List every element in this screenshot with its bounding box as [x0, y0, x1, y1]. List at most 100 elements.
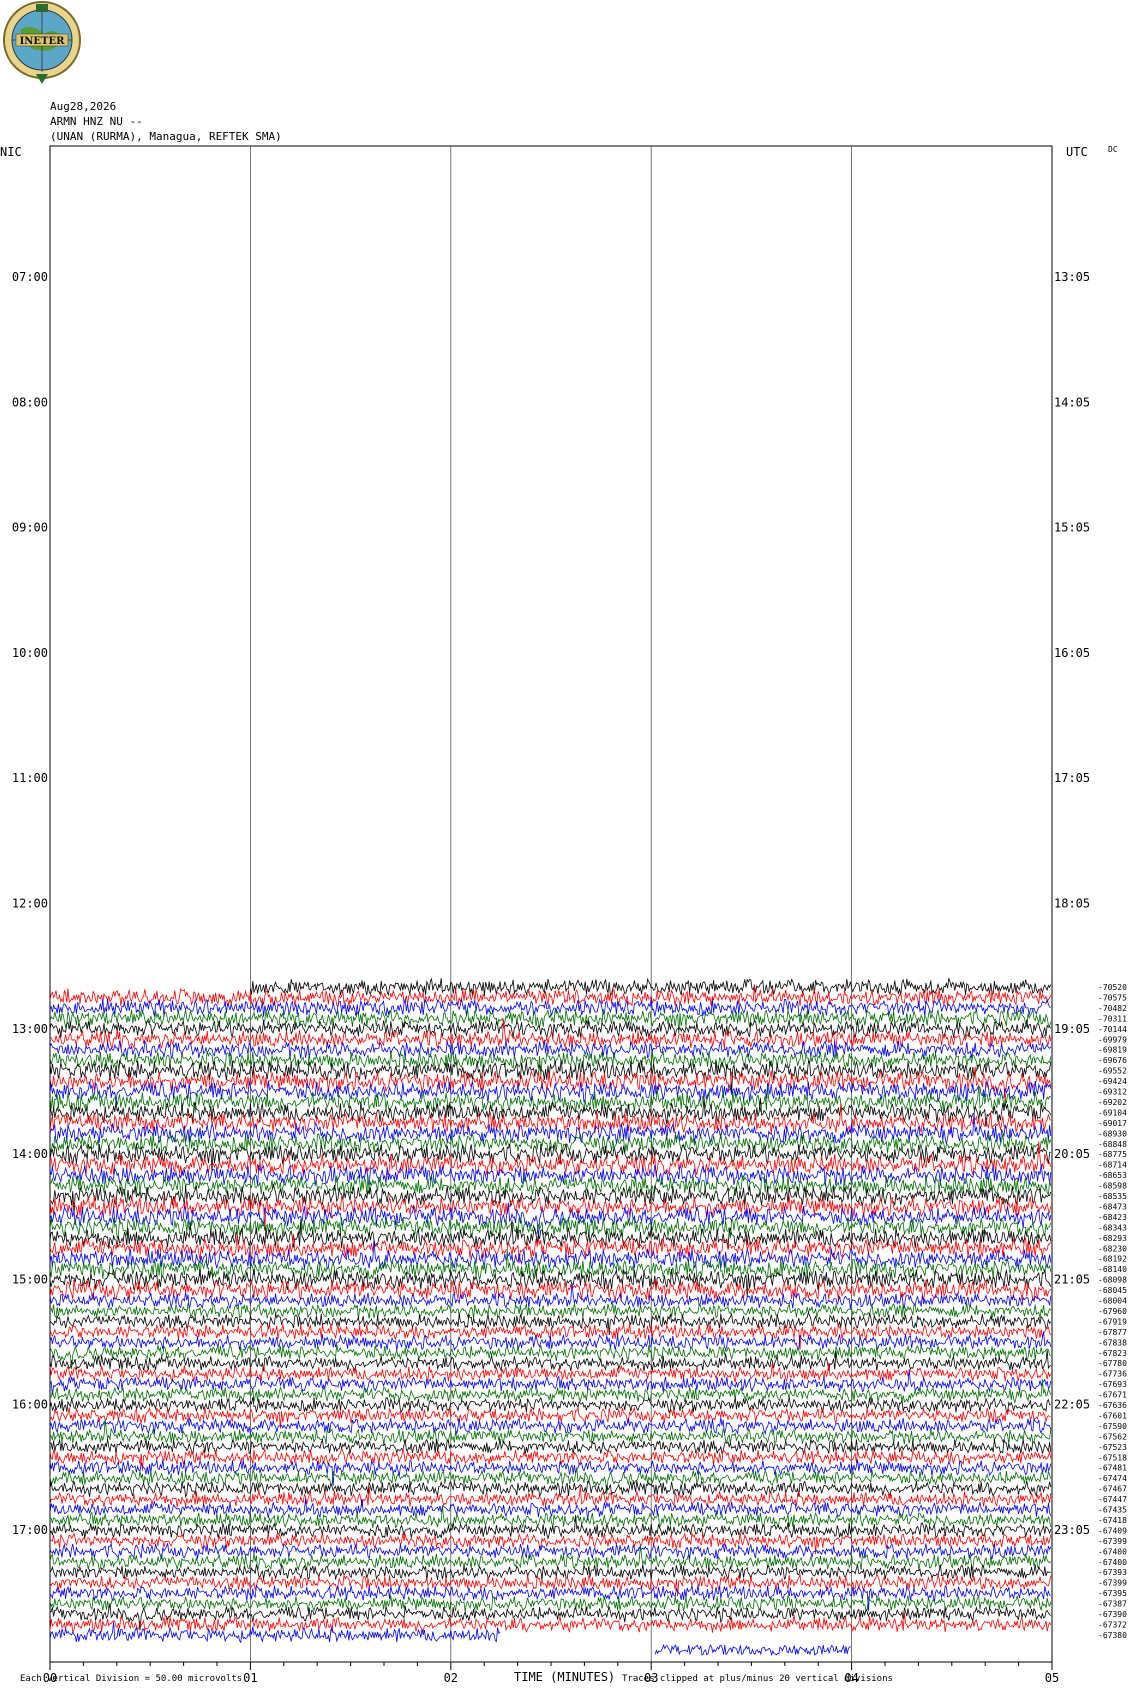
left-hour-label: 13:00 — [12, 1022, 48, 1036]
left-hour-label: 10:00 — [12, 646, 48, 660]
dc-offset-label: -67409 — [1098, 1526, 1127, 1535]
dc-offset-label: -67399 — [1098, 1579, 1127, 1588]
seismic-trace — [49, 1603, 1052, 1631]
dc-offset-label: -68343 — [1098, 1223, 1127, 1232]
dc-offset-label: -68653 — [1098, 1171, 1127, 1180]
dc-offset-label: -69819 — [1098, 1046, 1127, 1055]
seismic-trace — [49, 1446, 1052, 1471]
dc-offset-label: -68535 — [1098, 1192, 1127, 1201]
seismic-trace — [49, 1505, 1052, 1529]
right-hour-label: 14:05 — [1054, 395, 1090, 409]
dc-offset-label: -69312 — [1098, 1088, 1127, 1097]
dc-offset-label: -67518 — [1098, 1453, 1127, 1462]
dc-offset-label: -67390 — [1098, 1610, 1127, 1619]
dc-offset-label: -68230 — [1098, 1244, 1127, 1253]
left-axis-label: NIC — [0, 145, 22, 159]
dc-offset-label: -69424 — [1098, 1077, 1127, 1086]
dc-offset-label: -67395 — [1098, 1589, 1127, 1598]
left-hour-label: 16:00 — [12, 1398, 48, 1412]
dc-offset-label: -67372 — [1098, 1620, 1127, 1629]
dc-offset-label: -67838 — [1098, 1338, 1127, 1347]
helicorder-plot: 00 01 02 03 04 0507:0008:0009:0010:0011:0012:… — [0, 145, 1127, 1685]
dc-offset-label: -67387 — [1098, 1600, 1127, 1609]
dc-offset-label: -68140 — [1098, 1265, 1127, 1274]
vertical-division-note: Each Vertical Division = 50.00 microvolt… — [20, 1674, 242, 1684]
x-tick-label: 01 — [243, 1671, 257, 1685]
seismic-trace — [49, 1008, 1052, 1034]
dc-offset-label: -67393 — [1098, 1568, 1127, 1577]
dc-offset-label: -69017 — [1098, 1119, 1127, 1128]
dc-offset-label: -67418 — [1098, 1516, 1127, 1525]
dc-offset-label: -68848 — [1098, 1140, 1127, 1149]
seismic-trace — [49, 1485, 1052, 1508]
left-hour-label: 12:00 — [12, 897, 48, 911]
dc-offset-label: -68045 — [1098, 1286, 1127, 1295]
dc-offset-label: -67590 — [1098, 1422, 1127, 1431]
dc-offset-label: -68598 — [1098, 1182, 1127, 1191]
x-tick-label: 05 — [1045, 1671, 1059, 1685]
dc-offset-label: -70144 — [1098, 1025, 1127, 1034]
right-hour-label: 23:05 — [1054, 1523, 1090, 1537]
seismic-trace — [49, 1132, 1052, 1156]
dc-offset-label: -67435 — [1098, 1506, 1127, 1515]
dc-offset-label: -68192 — [1098, 1255, 1127, 1264]
dc-offset-label: -70575 — [1098, 993, 1127, 1002]
dc-offset-label: -68930 — [1098, 1129, 1127, 1138]
dc-offset-label: -68423 — [1098, 1213, 1127, 1222]
dc-offset-label: -67736 — [1098, 1370, 1127, 1379]
right-hour-label: 13:05 — [1054, 270, 1090, 284]
seismic-trace — [49, 1143, 1051, 1172]
dc-offset-label: -67960 — [1098, 1307, 1127, 1316]
dc-offset-label: -70482 — [1098, 1004, 1127, 1013]
seismic-trace — [654, 1643, 851, 1657]
dc-offset-label: -67399 — [1098, 1537, 1127, 1546]
right-hour-label: 18:05 — [1054, 897, 1090, 911]
seismic-trace — [49, 1621, 501, 1644]
x-tick-label: 02 — [444, 1671, 458, 1685]
seismic-trace — [49, 1396, 1051, 1414]
dc-offset-label: -67562 — [1098, 1432, 1127, 1441]
seismic-trace — [49, 1097, 1052, 1128]
dc-offset-label: -68473 — [1098, 1202, 1127, 1211]
dc-offset-label: -70520 — [1098, 983, 1127, 992]
left-hour-label: 11:00 — [12, 771, 48, 785]
dc-offset-label: -69202 — [1098, 1098, 1127, 1107]
dc-offset-label: -68293 — [1098, 1234, 1127, 1243]
dc-offset-label: -68775 — [1098, 1150, 1127, 1159]
left-hour-label: 07:00 — [12, 270, 48, 284]
seismic-trace — [49, 1459, 1052, 1486]
dc-offset-label: -67380 — [1098, 1631, 1127, 1640]
dc-offset-label: -67780 — [1098, 1359, 1127, 1368]
left-hour-label: 09:00 — [12, 521, 48, 535]
seismic-trace — [49, 1302, 1052, 1320]
right-hour-label: 22:05 — [1054, 1398, 1090, 1412]
dc-offset-label: -67523 — [1098, 1443, 1127, 1452]
right-hour-label: 16:05 — [1054, 646, 1090, 660]
dc-offset-label: -69676 — [1098, 1056, 1127, 1065]
left-hour-label: 08:00 — [12, 395, 48, 409]
dc-offset-label: -67400 — [1098, 1547, 1127, 1556]
seismic-trace — [49, 1369, 1052, 1396]
dc-offset-label: -67447 — [1098, 1495, 1127, 1504]
right-hour-label: 19:05 — [1054, 1022, 1090, 1036]
seismic-trace — [49, 1350, 1052, 1372]
dc-offset-label: -67671 — [1098, 1391, 1127, 1400]
dc-offset-label: -69104 — [1098, 1108, 1127, 1117]
dc-offset-label: -68098 — [1098, 1276, 1127, 1285]
dc-offset-label: -67474 — [1098, 1474, 1127, 1483]
dc-offset-label: -67877 — [1098, 1328, 1127, 1337]
dc-label: DC — [1108, 145, 1118, 154]
right-hour-label: 15:05 — [1054, 521, 1090, 535]
dc-offset-label: -67400 — [1098, 1558, 1127, 1567]
dc-offset-label: -69552 — [1098, 1067, 1127, 1076]
seismic-trace — [49, 1584, 1051, 1612]
seismic-trace — [49, 1480, 1052, 1499]
dc-offset-label: -67481 — [1098, 1464, 1127, 1473]
dc-offset-label: -68004 — [1098, 1297, 1127, 1306]
right-hour-label: 21:05 — [1054, 1272, 1090, 1286]
seismic-trace — [49, 1594, 1052, 1613]
seismic-traces — [49, 977, 1052, 1657]
dc-offset-label: -70311 — [1098, 1014, 1127, 1023]
seismic-trace — [49, 1563, 1051, 1582]
left-hour-label: 15:00 — [12, 1272, 48, 1286]
